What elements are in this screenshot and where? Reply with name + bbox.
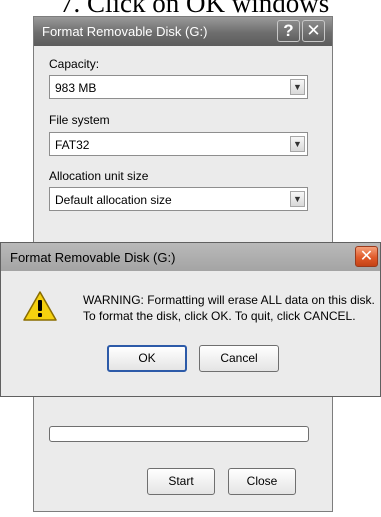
allocation-dropdown[interactable]: Default allocation size ▼ [49, 187, 308, 211]
warning-icon [23, 291, 57, 321]
warning-dialog-title: Format Removable Disk (G:) [10, 250, 176, 265]
format-window-title: Format Removable Disk (G:) [42, 24, 208, 39]
capacity-dropdown[interactable]: 983 MB ▼ [49, 75, 308, 99]
filesystem-label: File system [49, 113, 110, 127]
close-button[interactable]: Close [228, 468, 296, 495]
ok-button[interactable]: OK [107, 345, 187, 372]
filesystem-dropdown[interactable]: FAT32 ▼ [49, 132, 308, 156]
format-window-close-button[interactable]: ✕ [302, 20, 325, 42]
allocation-value: Default allocation size [55, 193, 172, 207]
warning-message-line1: WARNING: Formatting will erase ALL data … [83, 293, 375, 307]
warning-message-line2: To format the disk, click OK. To quit, c… [83, 309, 356, 323]
help-button[interactable]: ? [277, 20, 300, 42]
warning-dialog-titlebar[interactable]: Format Removable Disk (G:) ✕ [1, 243, 380, 271]
format-progress-bar [49, 426, 309, 442]
cancel-button[interactable]: Cancel [199, 345, 279, 372]
warning-dialog: Format Removable Disk (G:) ✕ WARNING: Fo… [0, 242, 381, 397]
chevron-down-icon[interactable]: ▼ [290, 79, 305, 95]
chevron-down-icon[interactable]: ▼ [290, 191, 305, 207]
warning-dialog-close-button[interactable]: ✕ [355, 246, 378, 267]
format-window-titlebar[interactable]: Format Removable Disk (G:) ? ✕ [34, 17, 332, 46]
capacity-label: Capacity: [49, 57, 100, 71]
start-button[interactable]: Start [147, 468, 215, 495]
chevron-down-icon[interactable]: ▼ [290, 136, 305, 152]
allocation-label: Allocation unit size [49, 169, 149, 183]
filesystem-value: FAT32 [55, 138, 90, 152]
capacity-value: 983 MB [55, 81, 97, 95]
